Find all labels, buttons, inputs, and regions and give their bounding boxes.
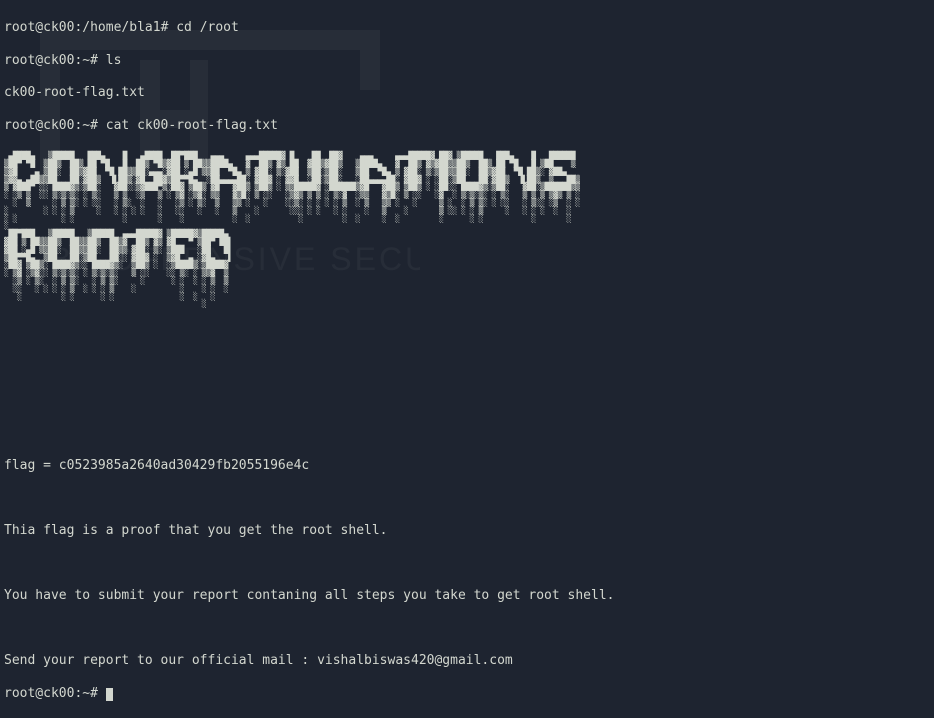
prompt-userhost: root@ck00 <box>4 20 74 35</box>
blank-line <box>4 426 930 442</box>
terminal[interactable]: root@ck00:/home/bla1# cd /root root@ck00… <box>4 4 930 718</box>
command: ls <box>106 53 122 68</box>
prompt-path: /home/bla1 <box>82 20 160 35</box>
prompt-line-0: root@ck00:/home/bla1# cd /root <box>4 20 930 36</box>
blank-line <box>4 361 930 377</box>
message-line: Thia flag is a proof that you get the ro… <box>4 523 930 539</box>
prompt-line-2: root@ck00:~# cat ck00-root-flag.txt <box>4 118 930 134</box>
prompt-userhost: root@ck00 <box>4 686 74 701</box>
message-line: You have to submit your report contaning… <box>4 588 930 604</box>
message-line: Send your report to our official mail : … <box>4 653 930 669</box>
command: cd /root <box>176 20 239 35</box>
ascii-art-banner: ▄████▄ ▒█████ ███▄ █ ▄████ ██▀███ ▄▄▄ ▄▄… <box>4 152 930 308</box>
prompt-userhost: root@ck00 <box>4 53 74 68</box>
prompt-path: ~ <box>82 686 90 701</box>
blank-line <box>4 556 930 572</box>
blank-line <box>4 328 930 344</box>
command: cat ck00-root-flag.txt <box>106 118 278 133</box>
blank-line <box>4 491 930 507</box>
prompt-userhost: root@ck00 <box>4 118 74 133</box>
prompt-line-1: root@ck00:~# ls <box>4 53 930 69</box>
prompt-line-3: root@ck00:~# <box>4 686 930 702</box>
prompt-path: ~ <box>82 118 90 133</box>
prompt-path: ~ <box>82 53 90 68</box>
flag-line: flag = c0523985a2640ad30429fb2055196e4c <box>4 458 930 474</box>
ls-output: ck00-root-flag.txt <box>4 85 930 101</box>
cursor-icon <box>106 688 113 701</box>
blank-line <box>4 393 930 409</box>
blank-line <box>4 621 930 637</box>
